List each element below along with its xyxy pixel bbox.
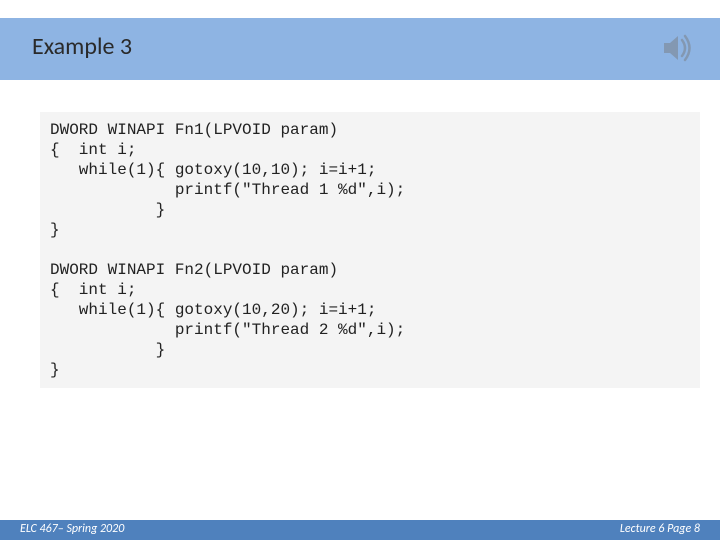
footer-right: Lecture 6 Page 8: [620, 522, 700, 536]
footer-band: ELC 467– Spring 2020 Lecture 6 Page 8: [0, 520, 720, 540]
footer-left: ELC 467– Spring 2020: [20, 522, 124, 536]
slide: Example 3 DWORD WINAPI Fn1(LPVOID param)…: [0, 0, 720, 540]
code-block: DWORD WINAPI Fn1(LPVOID param) { int i; …: [40, 112, 700, 388]
slide-title: Example 3: [32, 32, 132, 61]
audio-icon[interactable]: [658, 28, 698, 68]
title-band: Example 3: [0, 18, 720, 80]
